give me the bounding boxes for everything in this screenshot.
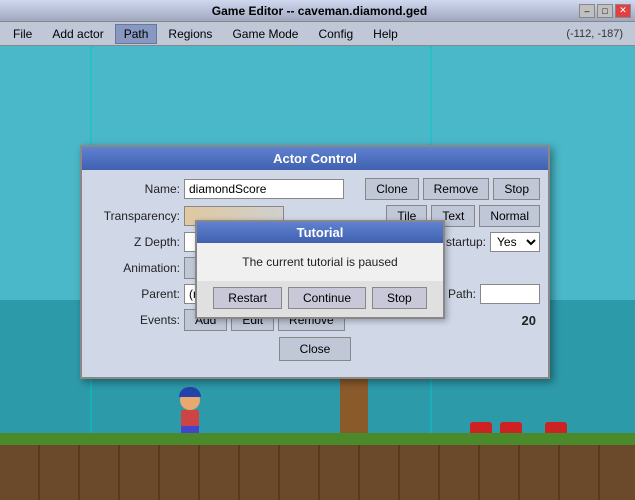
tutorial-buttons: Restart Continue Stop: [197, 281, 443, 317]
animation-label: Animation:: [90, 261, 180, 275]
menu-add-actor[interactable]: Add actor: [43, 24, 112, 44]
minimize-button[interactable]: –: [579, 4, 595, 18]
normal-button[interactable]: Normal: [479, 205, 540, 227]
menu-game-mode[interactable]: Game Mode: [223, 24, 307, 44]
menu-regions[interactable]: Regions: [159, 24, 221, 44]
stop-button-actor[interactable]: Stop: [493, 178, 540, 200]
path-input[interactable]: [480, 284, 540, 304]
maximize-button[interactable]: □: [597, 4, 613, 18]
tutorial-stop-button[interactable]: Stop: [372, 287, 427, 309]
menu-help[interactable]: Help: [364, 24, 407, 44]
tutorial-restart-button[interactable]: Restart: [213, 287, 282, 309]
tutorial-continue-button[interactable]: Continue: [288, 287, 366, 309]
name-row: Name: Clone Remove Stop: [90, 178, 540, 200]
events-label: Events:: [90, 313, 180, 327]
game-character: [175, 390, 205, 435]
coordinates-display: (-112, -187): [566, 28, 631, 40]
title-bar: Game Editor -- caveman.diamond.ged – □ ✕: [0, 0, 635, 22]
name-label: Name:: [90, 182, 180, 196]
character-head: [180, 390, 200, 410]
menu-bar: File Add actor Path Regions Game Mode Co…: [0, 22, 635, 46]
character-hair: [179, 387, 201, 397]
remove-button[interactable]: Remove: [423, 178, 490, 200]
close-row: Close: [90, 331, 540, 369]
menu-path[interactable]: Path: [115, 24, 158, 44]
character-body: [181, 410, 199, 426]
tutorial-popup: Tutorial The current tutorial is paused …: [195, 220, 445, 319]
zdepth-label: Z Depth:: [90, 235, 180, 249]
actor-dialog-title: Actor Control: [82, 147, 548, 170]
events-count: 20: [522, 313, 540, 328]
name-input[interactable]: [184, 179, 344, 199]
ground-surface: [0, 433, 635, 445]
parent-label: Parent:: [90, 287, 180, 301]
close-button[interactable]: ✕: [615, 4, 631, 18]
clone-button[interactable]: Clone: [365, 178, 418, 200]
startup-select[interactable]: Yes No: [490, 232, 540, 252]
ground-blocks: [0, 445, 635, 500]
transparency-label: Transparency:: [90, 209, 180, 223]
window-controls: – □ ✕: [579, 4, 635, 18]
window-title: Game Editor -- caveman.diamond.ged: [60, 4, 579, 18]
tutorial-title: Tutorial: [197, 222, 443, 243]
close-dialog-button[interactable]: Close: [279, 337, 352, 361]
menu-config[interactable]: Config: [309, 24, 362, 44]
tutorial-message: The current tutorial is paused: [197, 243, 443, 281]
menu-file[interactable]: File: [4, 24, 41, 44]
